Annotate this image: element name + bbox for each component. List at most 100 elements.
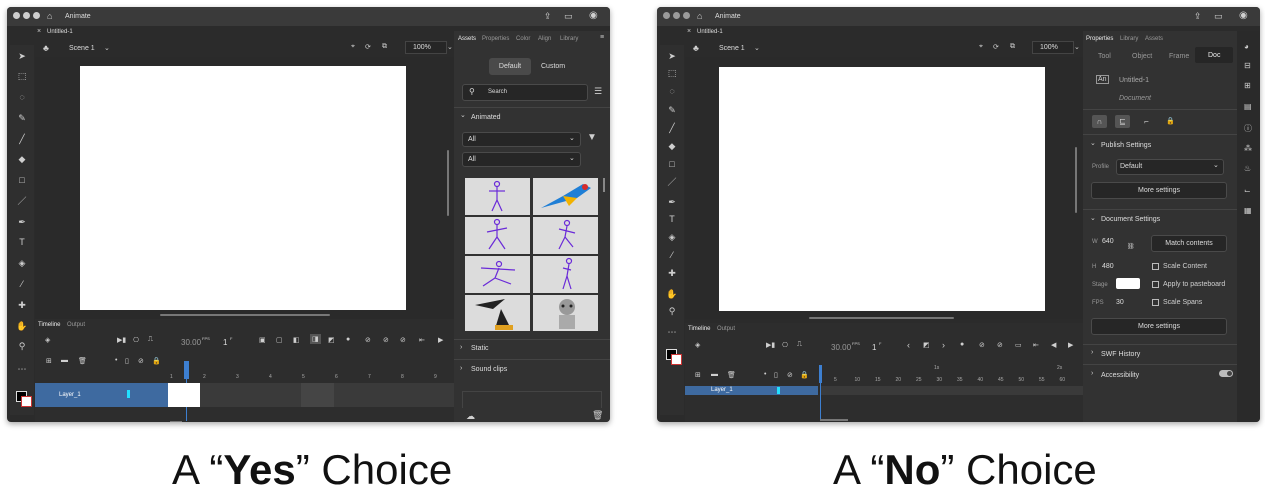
line-tool-icon[interactable]: ／ [666,177,678,187]
subselect-tool-icon[interactable]: ⬚ [666,68,678,78]
list-view-icon[interactable]: ☰ [594,86,602,97]
new-layer-icon[interactable]: ⊞ [695,371,701,379]
chevron-down-icon[interactable]: ⌄ [1074,43,1080,51]
graph-icon[interactable]: ⎍ [148,336,153,344]
play-icon[interactable]: ◉ [589,10,598,21]
selection-tool-icon[interactable]: ➤ [666,51,678,61]
window-minimize-dot[interactable] [673,12,680,19]
eraser-tool-icon[interactable]: ◆ [666,141,678,151]
more-tools-icon[interactable]: ⋯ [16,364,28,374]
fps-value[interactable]: 30.00 [831,343,851,352]
publish-settings-header[interactable]: Publish Settings [1101,142,1151,149]
window-minimize-dot[interactable] [23,12,30,19]
fps-value[interactable]: 30.00 [181,338,201,347]
assets-scrollbar[interactable] [603,178,605,192]
parent-icon[interactable]: ⎔ [782,341,788,349]
edit-multiple-icon[interactable]: ⊘ [979,341,985,349]
loop-icon[interactable]: ⊘ [383,336,389,344]
previous-frame-icon[interactable]: ‹ [907,340,910,350]
rotate-stage-icon[interactable]: ⟳ [993,43,999,51]
bucket-tool-icon[interactable]: ◈ [666,232,678,242]
align-icon[interactable]: ▤ [1244,102,1252,111]
snap-magnet-button[interactable]: ∩ [1092,115,1107,128]
current-frame[interactable]: 1 [223,338,227,347]
layer-row-layer-1[interactable]: Layer_1 [685,386,818,395]
brush-tool-icon[interactable]: ╱ [16,134,28,144]
window-close-dot[interactable] [13,12,20,19]
section-static[interactable]: Static [471,345,489,352]
tab-align[interactable]: Align [538,36,551,42]
doc-tab[interactable]: Untitled-1 [47,29,73,35]
line-tool-icon[interactable]: ／ [16,196,28,206]
layers-icon[interactable]: ◈ [695,341,700,349]
add-keyframe-icon[interactable]: ◩ [923,341,930,349]
asset-thumb-witch[interactable] [465,295,530,331]
swf-history-header[interactable]: SWF History [1101,351,1140,358]
asset-thumb-skeleton-4[interactable] [465,256,530,293]
share-icon[interactable]: ⇪ [1194,11,1202,22]
eyedropper-tool-icon[interactable]: ⁄ [666,250,678,260]
more-tools-icon[interactable]: ⋯ [666,327,678,337]
assets-dock-icon[interactable]: ⊟ [1244,61,1251,70]
chevron-down-icon[interactable]: ⌄ [754,44,760,52]
match-contents-button[interactable]: Match contents [1151,235,1227,252]
chevron-right-icon[interactable]: › [460,365,462,372]
insert-keyframe-icon[interactable]: ▣ [259,336,266,344]
tab-assets[interactable]: Assets [1145,36,1163,42]
create-tween-icon[interactable]: ◨ [310,334,321,344]
doc-tab[interactable]: Untitled-1 [697,29,723,35]
window-zoom-dot[interactable] [33,12,40,19]
motion-presets-icon[interactable]: ⁂ [1244,144,1252,153]
custom-toggle[interactable]: Custom [541,63,565,70]
snap-align-button[interactable]: ⊑ [1115,115,1130,128]
home-icon[interactable]: ⌂ [697,11,702,21]
stage-color-swatch[interactable] [1116,278,1140,289]
hand-tool-icon[interactable]: ✋ [666,289,678,299]
asset-thumb-parrot[interactable] [533,178,598,215]
section-animated[interactable]: Animated [471,114,501,121]
zoom-field[interactable]: 100% ⌄ [1032,41,1080,54]
graph-icon[interactable]: ⎍ [797,341,802,349]
workspace-icon[interactable]: ▭ [564,11,573,22]
rewind-icon[interactable]: ◀ [1051,341,1056,349]
play-icon[interactable]: ◉ [1239,10,1248,21]
filter-icon[interactable]: ▼ [587,132,597,143]
bucket-tool-icon[interactable]: ◈ [16,258,28,268]
workspace-icon[interactable]: ▭ [1214,11,1223,22]
horizontal-scrollbar[interactable] [809,317,954,319]
asset-thumb-zombie[interactable] [533,295,598,331]
accessibility-header[interactable]: Accessibility [1101,372,1139,379]
chevron-right-icon[interactable]: › [460,344,462,351]
brush-tool-icon[interactable]: ╱ [666,123,678,133]
zoom-field[interactable]: 100% ⌄ [405,41,453,54]
vertical-scrollbar[interactable] [1075,147,1077,213]
close-doc-icon[interactable]: × [687,28,691,35]
asset-thumb-skeleton-3[interactable] [533,217,598,254]
export-icon[interactable]: ⇤ [419,336,425,344]
eyedropper-tool-icon[interactable]: ⁄ [16,279,28,289]
tab-library[interactable]: Library [560,36,578,42]
layers-icon[interactable]: ◈ [45,336,50,344]
chevron-right-icon[interactable]: › [1091,370,1093,377]
pin-tool-icon[interactable]: ✚ [16,300,28,310]
onion-skin-icon[interactable]: ● [960,341,964,348]
outline-icon[interactable]: ▯ [125,357,129,365]
rotate-stage-icon[interactable]: ⟳ [365,43,371,51]
loop-icon[interactable]: ⊘ [997,341,1003,349]
motion-editor-icon[interactable]: ⌙ [1244,186,1251,195]
delete-layer-icon[interactable]: 🗑 [727,371,736,379]
tab-library[interactable]: Library [1120,36,1138,42]
paint-brush-tool-icon[interactable]: ✎ [16,113,28,123]
fill-color-swatch[interactable] [671,354,682,365]
asset-thumb-skeleton-5[interactable] [533,256,598,293]
palette-icon[interactable]: ◕ [1244,42,1249,51]
export-icon[interactable]: ⇤ [1033,341,1039,349]
delete-layer-icon[interactable]: 🗑 [78,357,87,365]
chevron-down-icon[interactable]: ⌄ [460,111,466,119]
paint-brush-tool-icon[interactable]: ✎ [666,105,678,115]
mark-icon[interactable]: ⊘ [400,336,406,344]
center-stage-icon[interactable]: ⌖ [979,43,983,51]
info-icon[interactable]: ⓘ [1244,123,1252,134]
hand-tool-icon[interactable]: ✋ [16,321,28,331]
width-value[interactable]: 640 [1102,238,1114,245]
